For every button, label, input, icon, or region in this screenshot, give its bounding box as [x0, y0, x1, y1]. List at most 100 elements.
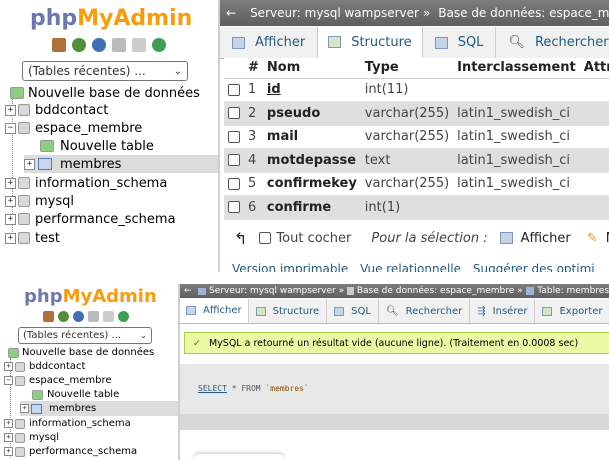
column-name: pseudo	[266, 105, 321, 121]
pencil-icon: ✎	[586, 230, 598, 246]
home-icon[interactable]	[52, 38, 66, 52]
help-icon[interactable]	[92, 38, 106, 52]
expand-icon[interactable]: +	[5, 232, 16, 244]
tree-new-table[interactable]: Nouvelle table	[32, 387, 119, 402]
tab-afficher[interactable]: Afficher	[180, 299, 249, 323]
tree-db-test[interactable]: + test	[5, 229, 60, 247]
tree-db-information-schema[interactable]: + information_schema	[5, 174, 167, 192]
expand-icon[interactable]: +	[4, 447, 13, 456]
reload-icon[interactable]	[118, 311, 129, 322]
tree-db-espace-membre[interactable]: − espace_membre	[5, 119, 142, 137]
propose-structure-link[interactable]: Suggérer des optimi	[473, 262, 595, 272]
tab-rechercher[interactable]: 🔍︎ Rechercher	[379, 299, 471, 323]
exit-icon[interactable]	[72, 38, 86, 52]
column-name: confirme	[266, 199, 332, 215]
structure-icon	[328, 36, 342, 48]
tab-afficher[interactable]: Afficher	[220, 27, 319, 58]
tab-structure[interactable]: Structure	[249, 299, 328, 323]
table-row: 1 id int(11) No	[224, 78, 609, 102]
breadcrumb-database[interactable]: Base de données: espace_membre	[357, 286, 514, 296]
breadcrumb-database[interactable]: Base de données: espace_m	[438, 6, 609, 20]
docs-icon[interactable]	[112, 38, 126, 52]
search-icon: 🔍︎	[508, 35, 525, 50]
row-checkbox[interactable]	[228, 130, 240, 143]
expand-icon[interactable]: +	[5, 177, 16, 189]
query-options-panel	[194, 454, 284, 460]
recent-tables-select[interactable]: (Tables récentes) ... ⌄	[22, 61, 188, 81]
breadcrumb-server[interactable]: Serveur: mysql wampserver	[250, 6, 419, 20]
collapse-icon[interactable]: −	[4, 376, 13, 385]
tree-new-table[interactable]: Nouvelle table	[40, 137, 154, 155]
tree-table-membres[interactable]: + membres	[24, 155, 218, 173]
table-icon	[31, 403, 42, 414]
print-view-link[interactable]: Version imprimable	[232, 262, 348, 272]
browse-icon	[186, 306, 196, 315]
row-checkbox[interactable]	[228, 107, 240, 120]
tab-bar: Afficher Structure SQL 🔍︎ Rechercher ⇶ I…	[180, 299, 609, 324]
tree-new-database[interactable]: Nouvelle base de données	[8, 345, 154, 360]
settings-icon[interactable]	[103, 311, 114, 322]
tab-exporter[interactable]: Exporter	[535, 299, 609, 323]
phpmyadmin-logo[interactable]: phpMyAdmin	[24, 286, 157, 307]
new-database-icon	[10, 87, 24, 99]
tree-db-performance-schema[interactable]: + performance_schema	[4, 444, 137, 459]
settings-icon[interactable]	[132, 38, 146, 52]
collapse-nav-icon[interactable]: ←	[226, 6, 236, 20]
expand-icon[interactable]: +	[4, 362, 13, 371]
database-icon	[18, 195, 30, 207]
tree-db-bddcontact[interactable]: + bddcontact	[5, 101, 108, 119]
expand-icon[interactable]: +	[4, 419, 13, 428]
tab-rechercher[interactable]: 🔍︎ Rechercher	[496, 27, 609, 58]
row-checkbox[interactable]	[228, 201, 240, 214]
browse-icon	[232, 36, 245, 49]
row-checkbox[interactable]	[228, 177, 240, 190]
breadcrumb-server[interactable]: Serveur: mysql wampserver	[209, 286, 336, 296]
collapse-nav-icon[interactable]: ←	[184, 286, 192, 296]
structure-table: # Nom Type Interclassement Attributs Nu …	[224, 58, 609, 220]
tab-sql[interactable]: SQL	[327, 299, 379, 323]
sql-query[interactable]: SELECT * FROM `membres`	[198, 384, 309, 393]
export-icon	[542, 306, 553, 316]
tree-db-information-schema[interactable]: + information_schema	[4, 416, 131, 431]
phpmyadmin-logo[interactable]: phpMyAdmin	[30, 6, 192, 31]
table-row: 2 pseudo varchar(255) latin1_swedish_ci …	[224, 101, 609, 126]
docs-icon[interactable]	[88, 311, 99, 322]
database-icon	[15, 361, 25, 372]
recent-tables-select[interactable]: (Tables récentes) ... ⌄	[18, 327, 152, 344]
exit-icon[interactable]	[58, 311, 69, 322]
relation-view-link[interactable]: Vue relationnelle	[360, 262, 461, 272]
expand-icon[interactable]: +	[5, 213, 16, 225]
tree-db-bddcontact[interactable]: + bddcontact	[4, 359, 85, 374]
check-all-checkbox[interactable]	[259, 232, 272, 244]
tree-db-espace-membre[interactable]: − espace_membre	[4, 373, 112, 388]
help-icon[interactable]	[73, 311, 84, 322]
navigation-sidebar: phpMyAdmin (Tables récentes) ... ⌄ Nouve…	[0, 284, 178, 460]
structure-icon	[255, 306, 266, 316]
row-checkbox[interactable]	[228, 154, 240, 167]
breadcrumb-table[interactable]: Table: membres	[537, 286, 609, 296]
tab-inserer[interactable]: ⇶ Insérer	[470, 299, 536, 323]
collapse-icon[interactable]: −	[5, 122, 16, 134]
home-icon[interactable]	[43, 311, 54, 322]
tree-db-mysql[interactable]: + mysql	[4, 430, 59, 445]
reload-icon[interactable]	[152, 38, 166, 52]
browse-selected-button[interactable]: Afficher	[521, 231, 571, 246]
sql-query-box: SELECT * FROM `membres`	[180, 364, 609, 414]
expand-icon[interactable]: +	[4, 433, 13, 442]
tree-db-mysql[interactable]: + mysql	[5, 192, 74, 210]
tab-sql[interactable]: SQL	[423, 27, 497, 58]
column-name-link[interactable]: id	[267, 82, 281, 97]
new-table-icon	[32, 389, 43, 400]
check-all-label[interactable]: Tout cocher	[276, 231, 351, 246]
arrow-up-icon: ↰	[234, 228, 248, 248]
expand-icon[interactable]: +	[5, 104, 16, 116]
success-message: ✓ MySQL a retourné un résultat vide (auc…	[184, 332, 609, 354]
expand-icon[interactable]: +	[5, 195, 16, 207]
tree-table-membres[interactable]: + membres	[20, 401, 178, 416]
expand-icon[interactable]: +	[24, 158, 35, 170]
tree-new-database[interactable]: Nouvelle base de données	[10, 84, 200, 102]
row-checkbox[interactable]	[228, 83, 240, 96]
expand-icon[interactable]: +	[20, 404, 29, 413]
tree-db-performance-schema[interactable]: + performance_schema	[5, 210, 176, 228]
tab-structure[interactable]: Structure	[318, 27, 423, 58]
